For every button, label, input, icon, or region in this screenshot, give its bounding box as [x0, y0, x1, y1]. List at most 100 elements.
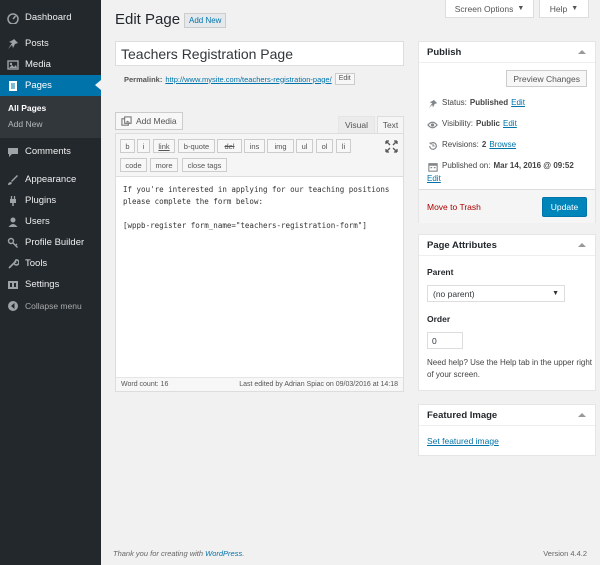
revisions-icon: [427, 140, 438, 151]
sidebar-item-tools[interactable]: Tools: [0, 253, 101, 274]
published-on-value: Mar 14, 2016 @ 09:52: [493, 161, 574, 170]
quicktag-more-button[interactable]: more: [150, 158, 178, 172]
media-icon: [121, 115, 132, 127]
sidebar-item-dashboard[interactable]: Dashboard: [0, 7, 101, 28]
pin-icon: [6, 37, 19, 50]
order-input[interactable]: [427, 332, 463, 349]
add-media-button[interactable]: Add Media: [115, 112, 183, 130]
sidebar-item-label: Dashboard: [25, 12, 72, 23]
quicktag-ul-button[interactable]: ul: [296, 139, 313, 153]
quicktag-italic-button[interactable]: i: [137, 139, 150, 153]
permalink-link[interactable]: http://www.mysite.com/teachers-registrat…: [165, 75, 331, 84]
move-to-trash-link[interactable]: Move to Trash: [427, 202, 481, 212]
quicktag-ins-button[interactable]: ins: [244, 139, 265, 153]
status-row: Status: Published Edit: [427, 98, 525, 109]
sidebar-item-profile-builder[interactable]: Profile Builder: [0, 232, 101, 253]
permalink-label: Permalink:: [124, 74, 163, 84]
sidebar-item-posts[interactable]: Posts: [0, 33, 101, 54]
quicktag-ol-button[interactable]: ol: [316, 139, 333, 153]
chevron-down-icon: ▼: [571, 5, 579, 12]
parent-select[interactable]: (no parent) ▼: [427, 285, 565, 302]
preview-changes-button[interactable]: Preview Changes: [506, 70, 587, 87]
status-label: Status:: [442, 98, 467, 107]
help-label: Help: [549, 3, 568, 14]
published-on-edit-link[interactable]: Edit: [427, 174, 441, 183]
sidebar-item-comments[interactable]: Comments: [0, 141, 101, 162]
tab-text[interactable]: Text: [377, 116, 404, 133]
sidebar-item-label: Plugins: [25, 195, 57, 206]
publish-actions: Move to Trash Update: [419, 189, 595, 223]
publish-box: Publish Preview Changes Status: Publishe…: [418, 41, 596, 223]
page-attributes-box: Page Attributes Parent (no parent) ▼ Ord…: [418, 234, 596, 391]
sidebar-item-label: Settings: [25, 279, 60, 290]
permalink-edit-button[interactable]: Edit: [334, 73, 355, 85]
wrench-icon: [6, 257, 19, 270]
chevron-down-icon: ▼: [517, 5, 525, 12]
screen-options-button[interactable]: Screen Options ▼: [445, 0, 534, 18]
revisions-value: 2: [481, 140, 487, 149]
editor-status-bar: Word count: 16 Last edited by Adrian Spi…: [116, 377, 403, 391]
collapse-arrow-icon: [6, 299, 19, 312]
sidebar-item-plugins[interactable]: Plugins: [0, 190, 101, 211]
collapse-toggle-icon[interactable]: [577, 240, 587, 250]
set-featured-image-link[interactable]: Set featured image: [427, 436, 499, 446]
order-label: Order: [427, 314, 451, 324]
quicktag-del-button[interactable]: del: [217, 139, 242, 153]
footer-thanks-prefix: Thank you for creating with: [113, 549, 206, 558]
tab-visual[interactable]: Visual: [338, 116, 375, 133]
publish-title: Publish: [427, 46, 462, 58]
visibility-value: Public: [475, 119, 500, 128]
revisions-browse-link[interactable]: Browse: [489, 140, 516, 149]
sidebar-item-label: Users: [25, 216, 50, 227]
quicktags-toolbar: b i link b-quote del ins img ul ol li co…: [116, 134, 403, 177]
admin-sidebar: Dashboard Posts Media Pages All Pages Ad…: [0, 0, 101, 565]
quicktag-li-button[interactable]: li: [336, 139, 351, 153]
sidebar-item-settings[interactable]: Settings: [0, 274, 101, 295]
sidebar-item-users[interactable]: Users: [0, 211, 101, 232]
brush-icon: [6, 173, 19, 186]
published-on-row: Published on: Mar 14, 2016 @ 09:52 Edit: [427, 161, 577, 183]
visibility-row: Visibility: Public Edit: [427, 119, 517, 130]
status-edit-link[interactable]: Edit: [511, 98, 525, 107]
quicktag-bquote-button[interactable]: b-quote: [178, 139, 215, 153]
quicktag-link-button[interactable]: link: [153, 139, 175, 153]
quicktag-close-tags-button[interactable]: close tags: [182, 158, 227, 172]
update-button[interactable]: Update: [542, 197, 587, 217]
collapse-menu-label: Collapse menu: [25, 300, 82, 311]
quicktag-bold-button[interactable]: b: [120, 139, 135, 153]
dashboard-icon: [6, 11, 19, 24]
collapse-toggle-icon[interactable]: [577, 47, 587, 57]
page-title: Edit Page: [115, 11, 181, 28]
eye-icon: [427, 119, 438, 130]
collapse-menu-button[interactable]: Collapse menu: [0, 295, 101, 316]
menu-spacer: [0, 0, 101, 7]
content-textarea[interactable]: If you're interested in applying for our…: [123, 184, 399, 232]
visibility-edit-link[interactable]: Edit: [503, 119, 517, 128]
chevron-down-icon: ▼: [552, 290, 559, 297]
sidebar-item-label: Appearance: [25, 174, 77, 185]
fullscreen-icon[interactable]: [385, 140, 398, 153]
revisions-row: Revisions: 2 Browse: [427, 140, 516, 151]
quicktag-code-button[interactable]: code: [120, 158, 147, 172]
help-button[interactable]: Help ▼: [539, 0, 589, 18]
sidebar-item-label: Profile Builder: [25, 237, 85, 248]
calendar-icon: [427, 161, 438, 172]
plug-icon: [6, 194, 19, 207]
quicktag-img-button[interactable]: img: [267, 139, 294, 153]
publish-header: Publish: [419, 42, 595, 63]
add-new-button[interactable]: Add New: [184, 13, 227, 28]
sidebar-item-label: Comments: [25, 146, 71, 157]
wordpress-link[interactable]: WordPress: [205, 549, 242, 558]
post-title-input[interactable]: [115, 41, 404, 66]
submenu-all-pages[interactable]: All Pages: [0, 100, 101, 116]
settings-icon: [6, 278, 19, 291]
collapse-toggle-icon[interactable]: [577, 410, 587, 420]
content-editor: b i link b-quote del ins img ul ol li co…: [115, 133, 404, 392]
sidebar-item-pages[interactable]: Pages: [0, 75, 101, 96]
user-icon: [6, 215, 19, 228]
sidebar-item-appearance[interactable]: Appearance: [0, 169, 101, 190]
last-edited: Last edited by Adrian Spiac on 09/03/201…: [239, 381, 398, 388]
submenu-add-new[interactable]: Add New: [0, 116, 101, 132]
footer-thanks: Thank you for creating with WordPress.: [113, 549, 244, 558]
sidebar-item-media[interactable]: Media: [0, 54, 101, 75]
